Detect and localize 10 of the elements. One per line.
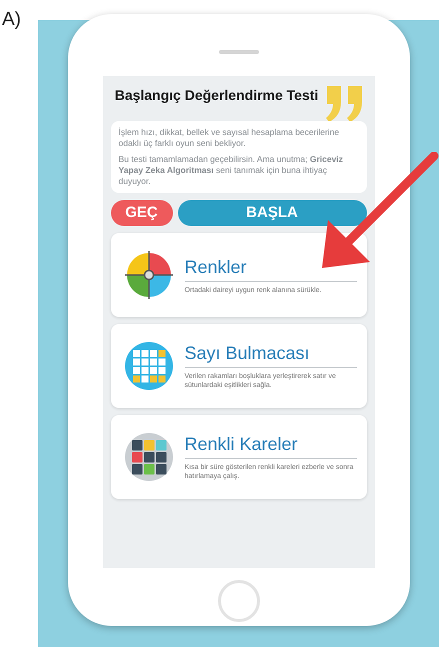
game-title: Renkli Kareler: [184, 433, 356, 459]
intro-paragraph: Bu testi tamamlamadan geçebilirsin. Ama unutma; Griceviz Yapay Zeka Algoritması seni tanımak için buna ihtiyaç duyuyor.: [118, 154, 344, 187]
screen-title: Başlangıç Değerlendirme Testi: [114, 86, 320, 104]
home-button[interactable]: [218, 580, 260, 622]
intro-paragraph: İşlem hızı, dikkat, bellek ve sayısal hesaplama becerilerine odaklı üç farklı oyun seni bekliyor.: [118, 127, 340, 149]
game-title: Sayı Bulmacası: [184, 342, 356, 368]
start-button[interactable]: BAŞLA: [178, 200, 366, 226]
phone-speaker: [218, 50, 258, 54]
skip-button[interactable]: GEÇ: [110, 200, 172, 226]
figure-label: A): [1, 8, 22, 32]
